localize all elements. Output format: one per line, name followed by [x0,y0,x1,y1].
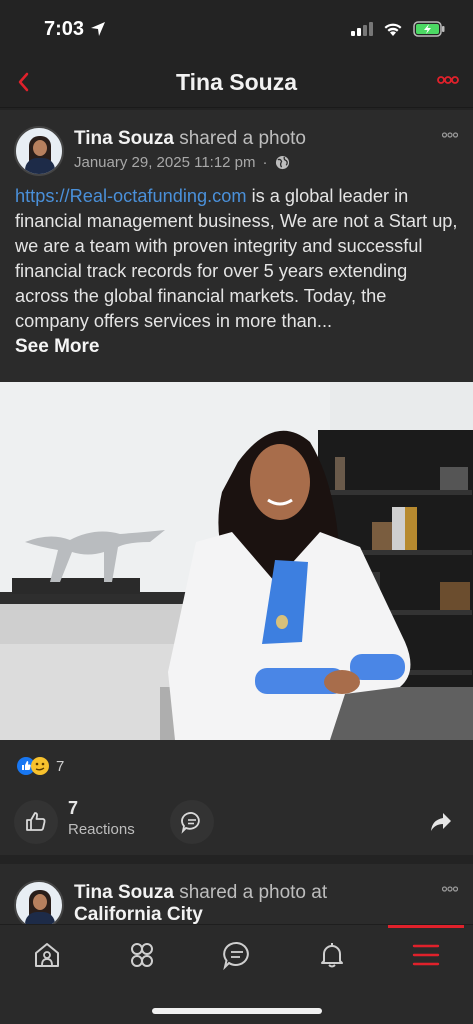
page-title: Tina Souza [176,69,297,95]
post-link[interactable]: https://Real-octafunding.com [15,186,247,206]
post-header: Tina Souza shared a photo at California … [14,880,327,924]
post-header: Tina Souza shared a photo January 29, 20… [14,126,306,176]
tab-groups[interactable] [112,935,172,975]
share-arrow-icon [431,813,451,831]
nav-bar: Tina Souza [0,58,473,108]
post-text: https://Real-octafunding.com is a global… [15,184,460,359]
post-headline: Tina Souza shared a photo [74,128,306,150]
post-date[interactable]: January 29, 2025 11:12 pm [74,154,256,171]
post-options-icon[interactable] [442,132,458,138]
post-header-text: Tina Souza shared a photo January 29, 20… [74,126,306,176]
like-reaction-icon [17,757,49,775]
post-headline: Tina Souza shared a photo at [74,882,327,904]
reactions-number: 7 [68,798,79,818]
reaction-count: 7 [56,757,65,775]
chevron-left-icon[interactable] [12,68,36,96]
reactions-summary[interactable]: 7 Reactions [68,798,135,838]
location-arrow-icon [91,22,106,36]
messages-icon [223,941,249,970]
status-icons [351,21,445,37]
photo-image [0,382,473,740]
post-location: California City [74,904,327,924]
more-icon[interactable] [437,76,459,84]
location-name[interactable]: California City [74,904,203,924]
like-button[interactable] [14,800,58,844]
post-action: shared a photo at [173,882,328,903]
post-card: Tina Souza shared a photo January 29, 20… [0,110,473,855]
globe-icon [275,155,289,170]
menu-icon [412,944,440,966]
status-time: 7:03 [44,18,106,41]
post-options-icon[interactable] [442,886,458,892]
author-name[interactable]: Tina Souza [74,882,174,903]
comment-icon [181,812,200,834]
post-body: is a global leader in financial manageme… [15,186,458,331]
post-card: Tina Souza shared a photo at California … [0,864,473,924]
notifications-icon [321,943,343,968]
reactions-label: Reactions [68,821,135,838]
status-bar: 7:03 [0,0,473,58]
tab-home[interactable] [17,935,77,975]
active-tab-indicator [388,925,464,928]
tab-menu[interactable] [396,935,456,975]
author-name[interactable]: Tina Souza [74,128,174,149]
thumbs-up-icon [26,812,46,831]
comment-button[interactable] [170,800,214,844]
avatar[interactable] [14,126,64,176]
tab-notifications[interactable] [302,935,362,975]
home-icon [35,943,59,967]
battery-charging-icon [413,21,445,37]
home-indicator [152,1008,322,1014]
post-header-text: Tina Souza shared a photo at California … [74,880,327,924]
time-text: 7:03 [44,17,85,40]
tab-messages[interactable] [207,935,267,975]
meta-separator: · [262,154,268,171]
see-more-link[interactable]: See More [15,334,460,359]
wifi-icon [384,23,402,36]
share-button[interactable] [421,802,461,842]
post-photo[interactable] [0,382,473,740]
avatar[interactable] [14,880,64,924]
post-actions: 7 Reactions [0,796,473,854]
reaction-summary[interactable]: 7 [16,756,64,776]
post-meta: January 29, 2025 11:12 pm · [74,154,306,171]
groups-icon [131,943,153,967]
post-action: shared a photo [173,128,306,149]
signal-icon [351,22,373,36]
